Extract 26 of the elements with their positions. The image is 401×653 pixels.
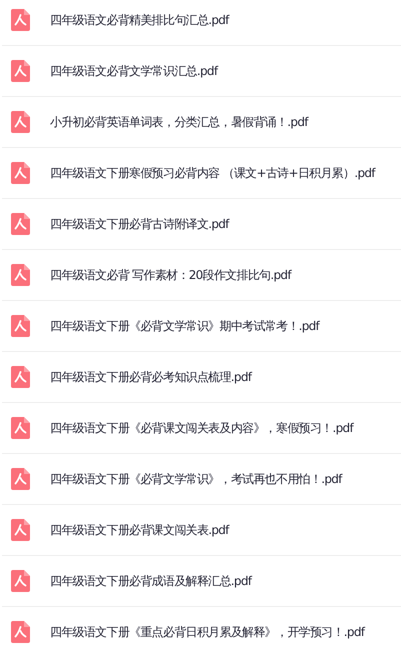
file-name[interactable]: 四年级语文下册必背成语及解释汇总.pdf [50, 572, 252, 590]
pdf-file-icon [11, 570, 30, 592]
pdf-file-icon [11, 162, 30, 184]
pdf-file-icon [11, 264, 30, 286]
file-name[interactable]: 四年级语文必背 写作素材：20段作文排比句.pdf [50, 266, 291, 284]
pdf-file-icon [11, 111, 30, 133]
pdf-file-icon [11, 621, 30, 643]
pdf-file-icon [11, 366, 30, 388]
file-name[interactable]: 四年级语文下册《必背文学常识》期中考试常考！.pdf [50, 317, 320, 335]
file-name[interactable]: 四年级语文必背精美排比句汇总.pdf [50, 11, 229, 29]
pdf-file-icon [11, 468, 30, 490]
pdf-file-icon [11, 213, 30, 235]
file-name[interactable]: 小升初必背英语单词表，分类汇总，暑假背诵！.pdf [50, 113, 308, 131]
pdf-file-icon [11, 315, 30, 337]
file-name[interactable]: 四年级语文下册《重点必背日积月累及解释》，开学预习！.pdf [50, 623, 364, 641]
pdf-file-icon [11, 519, 30, 541]
pdf-file-icon [11, 417, 30, 439]
file-name[interactable]: 四年级语文下册《必背课文闯关表及内容》，寒假预习！.pdf [50, 419, 353, 437]
file-name[interactable]: 四年级语文下册《必背文学常识》，考试再也不用怕！.pdf [50, 470, 342, 488]
pdf-file-icon [11, 60, 30, 82]
file-name[interactable]: 四年级语文必背文学常识汇总.pdf [50, 62, 218, 80]
file-name[interactable]: 四年级语文下册必背古诗附译文.pdf [50, 215, 229, 233]
file-name[interactable]: 四年级语文下册必背课文闯关表.pdf [50, 521, 229, 539]
file-name[interactable]: 四年级语文下册寒假预习必背内容 （课文+古诗+日积月累）.pdf [50, 164, 375, 182]
pdf-file-icon [11, 9, 30, 31]
file-name[interactable]: 四年级语文下册必背必考知识点梳理.pdf [50, 368, 252, 386]
